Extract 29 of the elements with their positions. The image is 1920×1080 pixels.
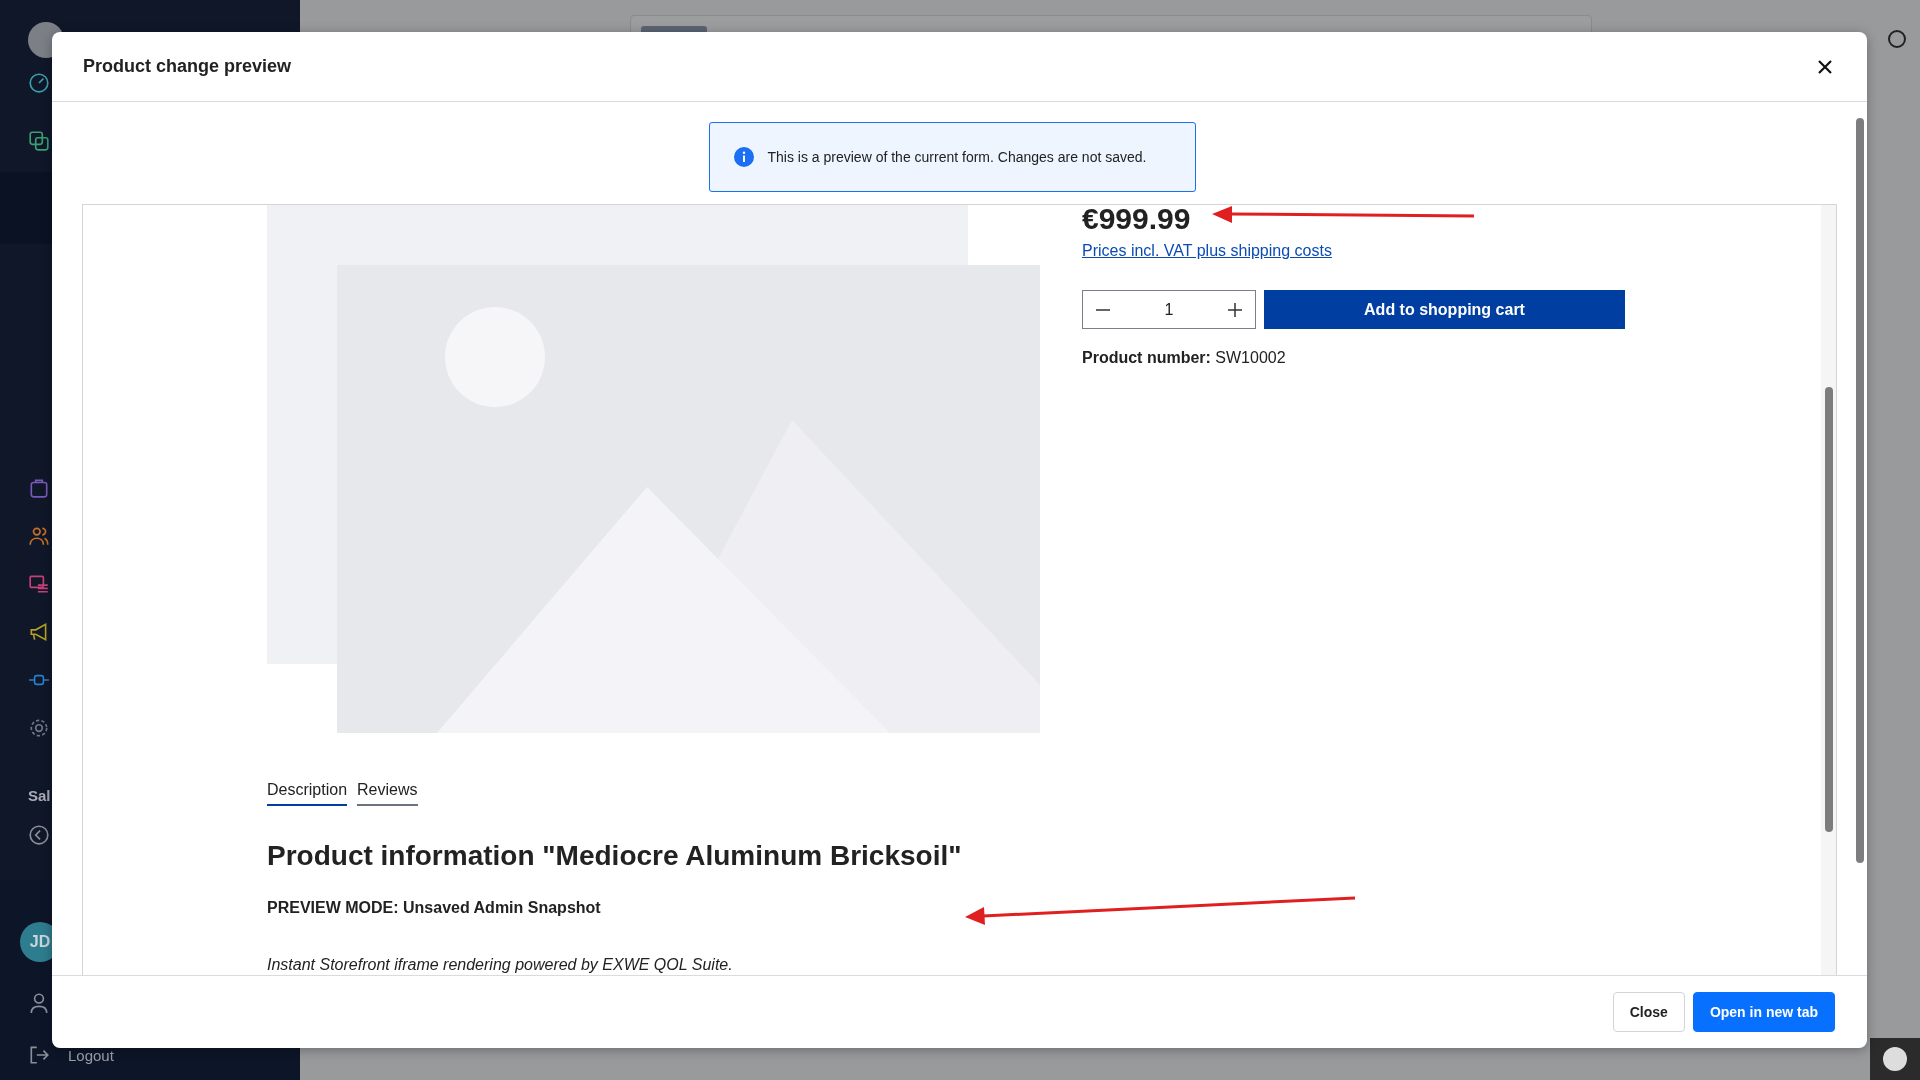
quantity-field[interactable]: 1 — [1082, 290, 1256, 329]
toolbar-logo-icon[interactable] — [1870, 1038, 1920, 1080]
product-heading: Product information "Mediocre Aluminum Bricksoil" — [267, 840, 962, 872]
shipping-costs-link[interactable]: Prices incl. VAT plus shipping costs — [1082, 242, 1332, 260]
logout-link[interactable]: Logout — [68, 1046, 114, 1064]
user-icon[interactable] — [28, 992, 50, 1014]
product-price: €999.99 — [1082, 205, 1191, 237]
logout-icon[interactable] — [28, 1044, 50, 1066]
help-icon[interactable] — [1888, 30, 1906, 48]
orders-icon[interactable] — [28, 477, 50, 499]
quantity-value: 1 — [1164, 300, 1174, 319]
preview-mode-text: PREVIEW MODE: Unsaved Admin Snapshot — [267, 899, 601, 917]
content-icon[interactable] — [28, 573, 50, 595]
dashboard-icon[interactable] — [28, 72, 50, 94]
add-to-cart-button[interactable]: Add to shopping cart — [1264, 290, 1625, 329]
product-number: Product number: SW10002 — [1082, 349, 1286, 367]
scrollbar[interactable] — [1821, 205, 1836, 975]
open-in-new-tab-button[interactable]: Open in new tab — [1692, 992, 1835, 1032]
catalog-icon[interactable] — [28, 130, 50, 152]
info-icon — [733, 147, 754, 167]
collapse-icon[interactable] — [28, 824, 50, 846]
powered-by-note: Instant Storefront iframe rendering powered by EXWE QOL Suite. — [267, 956, 733, 974]
settings-icon[interactable] — [28, 717, 50, 739]
tab[interactable]: Reviews — [357, 781, 418, 806]
customers-icon[interactable] — [28, 525, 50, 547]
modal-title: Product change preview — [83, 56, 292, 77]
notice-text: This is a preview of the current form. Changes are not saved. — [767, 149, 1147, 165]
tab[interactable]: Description — [267, 781, 348, 806]
close-button[interactable]: Close — [1612, 992, 1685, 1032]
